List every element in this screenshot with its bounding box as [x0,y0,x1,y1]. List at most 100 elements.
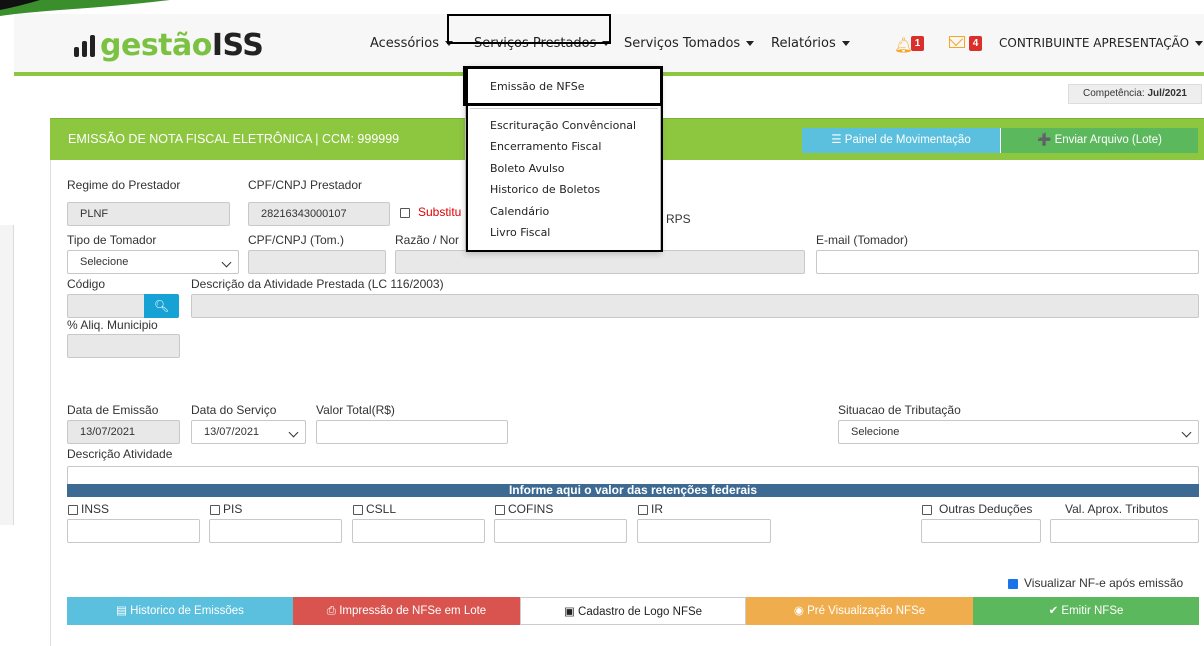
brand-logo[interactable]: gestãoISS [74,27,264,63]
val-aprox-field[interactable] [1050,519,1199,543]
data-servico-select[interactable]: 13/07/2021 [191,420,306,444]
razao-field[interactable] [395,250,805,274]
data-emissao-label: Data de Emissão [67,403,159,417]
nav-servicos-tomados-label: Serviços Tomados [624,36,741,51]
csll-checkbox[interactable] [353,505,363,515]
data-servico-value: 13/07/2021 [204,426,260,438]
situacao-label: Situacao de Tributação [838,403,961,417]
outras-deducoes-checkbox[interactable] [922,505,932,515]
nav-active-highlight [447,14,611,44]
user-name: CONTRIBUINTE APRESENTAÇÃO [999,36,1190,50]
codigo-field[interactable] [67,294,147,318]
regime-field: PLNF [67,202,230,226]
valor-total-label: Valor Total(R$) [316,403,395,417]
historico-emissoes-button[interactable]: ▤ Historico de Emissões [67,597,293,625]
visualizar-checkbox[interactable] [1008,579,1018,589]
competencia-indicator: Competência: Jul/2021 [1068,84,1202,104]
pre-visualizacao-label: Pré Visualização NFSe [807,605,926,617]
email-tomador-field[interactable] [816,250,1199,274]
dropdown-item-encerramento[interactable]: Encerramento Fiscal [490,140,601,153]
caret-down-icon [746,41,755,46]
codigo-search-button[interactable]: 🔍︎ [144,294,179,318]
ir-checkbox[interactable] [638,505,648,515]
dropdown-divider [470,108,658,109]
painel-movimentacao-label: Painel de Movimentação [844,134,971,146]
email-tomador-label: E-mail (Tomador) [816,233,909,247]
nav-servicos-tomados[interactable]: Serviços Tomados [624,36,755,51]
nav-acessorios[interactable]: Acessórios [370,36,453,51]
inss-field[interactable] [67,519,200,543]
pis-field[interactable] [209,519,342,543]
alerts-badge: 1 [911,36,924,51]
dropdown-item-emissao-nfse[interactable]: Emissão de NFSe [490,80,585,93]
caret-down-icon [1195,41,1204,46]
cadastro-logo-label: Cadastro de Logo NFSe [578,606,703,618]
inss-label: INSS [81,502,110,516]
csll-field[interactable] [352,519,485,543]
left-side-panel [0,225,14,525]
emitir-nfse-button[interactable]: ✔ Emitir NFSe [973,597,1199,625]
chevron-down-icon [288,427,299,438]
codigo-label: Código [67,277,106,291]
brand-name-suffix: ISS [211,27,264,63]
val-aprox-label: Val. Aprox. Tributos [1065,502,1169,516]
brand-name-prefix: gestão [100,27,212,63]
dropdown-item-boleto-avulso[interactable]: Boleto Avulso [490,162,565,175]
substituicao-checkbox[interactable] [400,208,410,218]
aliq-field [67,334,180,358]
cadastro-logo-button[interactable]: ▣ Cadastro de Logo NFSe [520,597,746,625]
enviar-arquivo-button[interactable]: ➕ Enviar Arquivo (Lote) [1000,128,1198,153]
cofins-field[interactable] [494,519,627,543]
situacao-value: Selecione [851,426,900,438]
user-menu[interactable]: CONTRIBUINTE APRESENTAÇÃO [999,36,1204,50]
emitir-nfse-label: Emitir NFSe [1061,605,1124,617]
tipo-tomador-value: Selecione [80,256,129,268]
chevron-down-icon [221,257,232,268]
outras-deducoes-field[interactable] [921,519,1041,543]
inss-checkbox[interactable] [68,505,78,515]
cpf-prestador-label: CPF/CNPJ Prestador [248,178,363,192]
razao-label: Razão / Nor [395,233,460,247]
impressao-lote-label: Impressão de NFSe em Lote [339,605,487,617]
ir-label: IR [651,502,663,516]
ir-field[interactable] [637,519,771,543]
logo-bars-icon [74,33,95,57]
nav-relatorios[interactable]: Relatórios [771,36,850,51]
pre-visualizacao-button[interactable]: ◉ Pré Visualização NFSe [746,597,973,625]
servicos-prestados-dropdown [465,66,661,252]
visualizar-label: Visualizar NF-e após emissão [1024,576,1184,590]
dropdown-item-livro-fiscal[interactable]: Livro Fiscal [490,226,550,239]
nav-relatorios-label: Relatórios [771,36,836,51]
valor-total-field[interactable] [316,420,508,444]
csll-label: CSLL [366,502,397,516]
search-icon: 🔍︎ [153,299,170,313]
regime-label: Regime do Prestador [67,178,181,192]
dropdown-item-historico-boletos[interactable]: Historico de Boletos [490,183,600,196]
pis-label: PIS [223,502,243,516]
painel-movimentacao-button[interactable]: ☰ Painel de Movimentação [802,128,1000,153]
data-emissao-field: 13/07/2021 [67,420,180,444]
tipo-tomador-select[interactable]: Selecione [67,250,239,274]
impressao-lote-button[interactable]: ⎙ Impressão de NFSe em Lote [293,597,520,625]
chevron-down-icon [1181,427,1192,438]
cpf-tomador-field[interactable] [248,250,386,274]
pis-checkbox[interactable] [210,505,220,515]
cofins-label: COFINS [508,502,554,516]
data-servico-label: Data do Serviço [191,403,277,417]
cofins-checkbox[interactable] [495,505,505,515]
mail-icon[interactable] [949,36,965,48]
aliq-label: % Aliq. Municipio [67,318,158,332]
situacao-select[interactable]: Selecione [838,420,1199,444]
panel-title: EMISSÃO DE NOTA FISCAL ELETRÔNICA | CCM:… [68,132,400,146]
competencia-label: Competência: [1083,88,1145,99]
descricao-atividade-label: Descrição Atividade [67,447,173,461]
dropdown-item-escrituracao[interactable]: Escrituração Convêncional [490,119,636,132]
dropdown-item-calendario[interactable]: Calendário [490,205,549,218]
cpf-prestador-field: 28216343000107 [248,202,390,226]
enviar-arquivo-label: Enviar Arquivo (Lote) [1054,134,1162,146]
retencoes-header: Informe aqui o valor das retenções feder… [67,484,1199,497]
descricao-atividade-prestada-label: Descrição da Atividade Prestada (LC 116/… [191,277,444,291]
descricao-atividade-prestada-field [191,294,1199,318]
cpf-tomador-label: CPF/CNPJ (Tom.) [248,233,344,247]
nav-acessorios-label: Acessórios [370,36,439,51]
